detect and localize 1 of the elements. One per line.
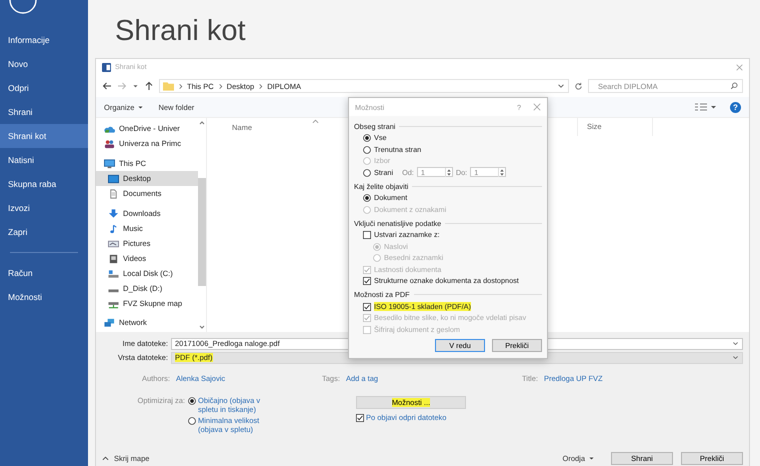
page-title: Shrani kot [114, 14, 247, 49]
